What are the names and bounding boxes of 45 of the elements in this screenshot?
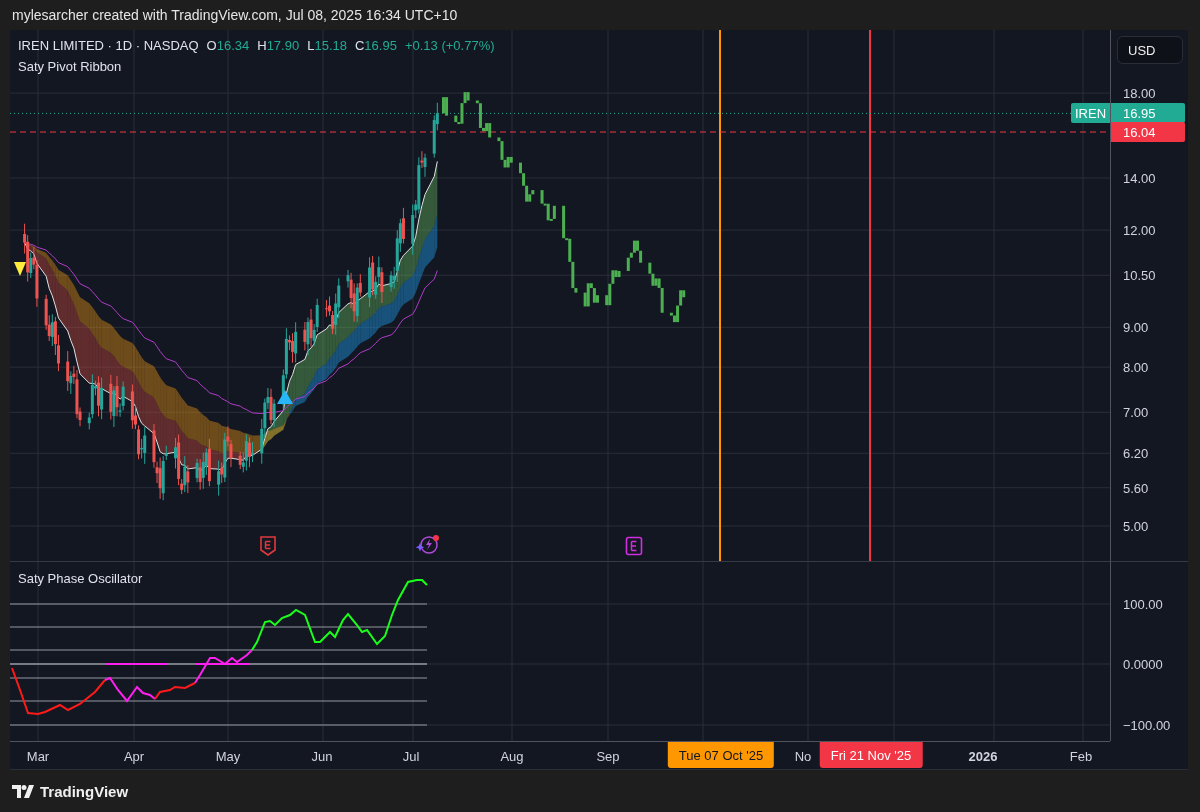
symbol-title: IREN LIMITED · 1D · NASDAQ [18,38,199,53]
price-tick: 6.20 [1123,445,1149,461]
time-tick: Aug [500,749,524,764]
header-text: mylesarcher created with TradingView.com, Jul 08, 2025 16:34 UTC+10 [12,7,458,23]
price-tick: 5.60 [1123,480,1149,496]
price-tick: 7.00 [1123,404,1149,420]
up-triangle-icon [277,390,293,404]
symbol-label: IREN [1071,103,1110,124]
oscillator-tick: −100.00 [1123,717,1171,733]
price-tick: 10.50 [1123,267,1156,283]
earnings-shield-icon [259,535,277,557]
tradingview-logo-icon [12,784,34,799]
price-tick: 18.00 [1123,85,1156,101]
oscillator-title: Saty Phase Oscillator [18,571,143,586]
currency-button[interactable]: USD [1117,36,1183,64]
change-value: +0.13 (+0.77%) [404,38,495,53]
ohlc-value: H17.90 [257,38,300,53]
indicator-title: Saty Pivot Ribbon [18,59,122,74]
time-tick: Jun [311,749,333,764]
time-tick: No [794,749,812,764]
ohlc-value: L15.18 [307,38,347,53]
oscillator-tick: 100.00 [1123,596,1163,612]
price-tick: 9.00 [1123,319,1149,335]
time-tick: Sep [596,749,620,764]
price-label: 16.04 [1111,122,1185,142]
time-tick: Jul [402,749,420,764]
time-tick: Mar [26,749,50,764]
brand-name: TradingView [40,783,129,800]
time-tick: Apr [123,749,145,764]
date-marker-label: Fri 21 Nov '25 [819,742,923,768]
price-tick: 12.00 [1123,222,1156,238]
date-marker-label: Tue 07 Oct '25 [667,742,775,768]
oscillator-tick: 0.0000 [1123,656,1163,672]
price-tick: 14.00 [1123,170,1156,186]
price-label: 16.95 [1111,103,1185,124]
ohlc-value: O16.34 [206,38,250,53]
price-tick: 8.00 [1123,359,1149,375]
time-tick: Feb [1069,749,1093,764]
price-tick: 5.00 [1123,518,1149,534]
time-tick: 2026 [968,749,998,764]
time-tick: May [215,749,241,764]
earnings-icon [625,536,643,556]
down-triangle-icon [14,262,26,276]
lightning-badge-icon [415,533,441,557]
ohlc-value: C16.95 [354,38,397,53]
